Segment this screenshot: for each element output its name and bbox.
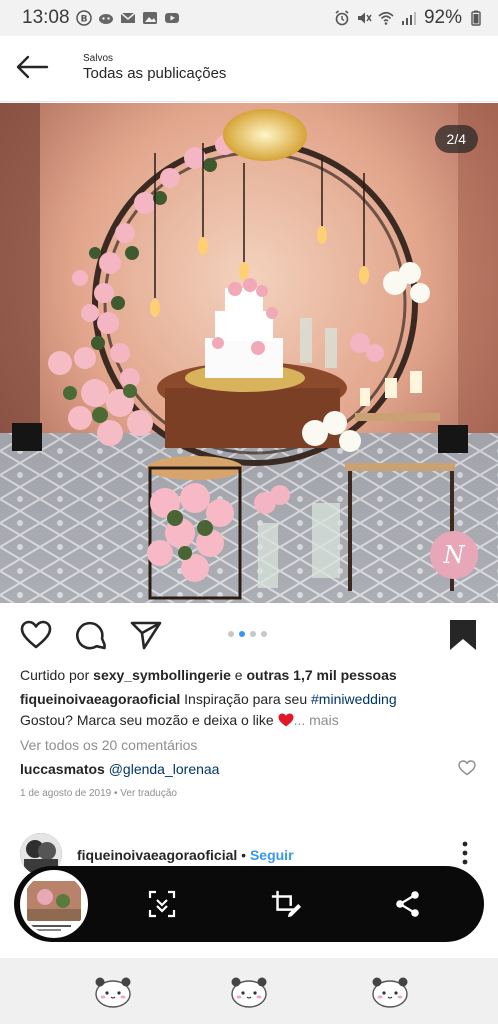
bottom-sticker-bar	[0, 958, 498, 1024]
liked-by-user[interactable]: sexy_symbollingerie	[93, 667, 231, 683]
post-caption: fiqueinoivaeagoraoficial Inspiração para…	[20, 689, 482, 731]
follow-button[interactable]: Seguir	[250, 847, 294, 863]
caption-hashtag[interactable]: #miniwedding	[311, 691, 397, 707]
heart-outline-icon	[20, 620, 52, 649]
liked-by-prefix: Curtido por	[20, 667, 94, 683]
liked-by-and: e	[230, 667, 247, 683]
svg-text:B: B	[80, 15, 87, 25]
carousel-dot	[228, 631, 234, 637]
comment-row: luccasmatos @glenda_lorenaa	[20, 761, 219, 777]
next-post-user-row: fiqueinoivaeagoraoficial • Seguir	[77, 847, 294, 863]
arrow-left-icon	[16, 55, 49, 79]
battery-level: 92%	[423, 7, 462, 28]
carousel-dots	[228, 631, 267, 637]
back-button[interactable]	[14, 52, 50, 82]
comment-heart-icon[interactable]	[458, 760, 476, 776]
signal-icon	[400, 10, 416, 26]
share-icon	[396, 891, 419, 917]
status-left: 13:08 B	[22, 7, 180, 29]
crop-edit-icon	[271, 890, 302, 918]
liked-by-others[interactable]: outras 1,7 mil pessoas	[246, 667, 396, 683]
alarm-icon	[334, 10, 350, 26]
carousel-dot	[250, 631, 256, 637]
more-options-icon[interactable]	[455, 840, 475, 866]
status-right: 92%	[334, 7, 484, 29]
share-button[interactable]	[129, 618, 163, 652]
scroll-capture-icon	[148, 890, 176, 918]
battery-icon	[468, 10, 484, 26]
header: Salvos Todas as publicações	[0, 36, 498, 102]
view-all-comments-link[interactable]: Ver todos os 20 comentários	[20, 737, 197, 753]
save-button[interactable]	[446, 618, 480, 652]
post-date-row: 1 de agosto de 2019 • Ver tradução	[20, 788, 177, 799]
panda-sticker-icon[interactable]	[370, 972, 410, 1010]
red-heart-emoji-icon	[278, 713, 294, 727]
post-date: 1 de agosto de 2019	[20, 788, 112, 799]
comment-username[interactable]: luccasmatos	[20, 761, 105, 777]
crop-edit-button[interactable]	[270, 888, 302, 920]
next-post-separator: •	[237, 847, 250, 863]
carousel-page-counter: 2/4	[434, 125, 478, 153]
paper-plane-icon	[130, 621, 162, 650]
caption-username[interactable]: fiqueinoivaeagoraoficial	[20, 691, 180, 707]
screenshot-thumbnail[interactable]	[20, 870, 88, 938]
status-bar: 13:08 B 92%	[0, 0, 498, 36]
post-image[interactable]: 2/4 N	[0, 103, 498, 603]
notification-b-icon: B	[75, 10, 92, 26]
carousel-dot	[261, 631, 267, 637]
date-separator: •	[111, 788, 121, 799]
caption-more-link[interactable]: ... mais	[294, 712, 339, 728]
gmail-icon	[120, 10, 136, 26]
panda-sticker-icon[interactable]	[93, 972, 133, 1010]
comment-button[interactable]	[75, 618, 109, 652]
likes-summary[interactable]: Curtido por sexy_symbollingerie e outras…	[20, 667, 397, 683]
carousel-dot-active	[239, 631, 245, 637]
post-actions	[0, 612, 498, 658]
caption-text-2: Gostou? Marca seu mozão e deixa o like	[20, 712, 278, 728]
comment-mention[interactable]: @glenda_lorenaa	[109, 761, 220, 777]
status-time: 13:08	[22, 7, 70, 28]
like-button[interactable]	[19, 618, 53, 652]
comment-bubble-icon	[76, 621, 106, 650]
notification-app-icon	[98, 10, 114, 26]
next-post-username[interactable]: fiqueinoivaeagoraoficial	[77, 847, 237, 863]
panda-sticker-icon[interactable]	[229, 972, 269, 1010]
caption-text-1: Inspiração para seu	[180, 691, 312, 707]
page-title: Todas as publicações	[83, 65, 227, 82]
share-screenshot-button[interactable]	[392, 888, 424, 920]
mute-icon	[356, 10, 372, 26]
scroll-capture-button[interactable]	[146, 888, 178, 920]
header-subtitle: Salvos	[83, 53, 114, 64]
screenshot-preview-image	[23, 873, 85, 935]
wedding-decor-photo	[0, 103, 498, 603]
gallery-icon	[142, 10, 158, 26]
translate-link[interactable]: Ver tradução	[120, 788, 177, 799]
screenshot-toolbar	[14, 866, 484, 942]
brand-watermark-logo: N	[430, 531, 478, 579]
bookmark-filled-icon	[450, 620, 476, 650]
youtube-icon	[164, 10, 180, 26]
wifi-icon	[378, 10, 394, 26]
